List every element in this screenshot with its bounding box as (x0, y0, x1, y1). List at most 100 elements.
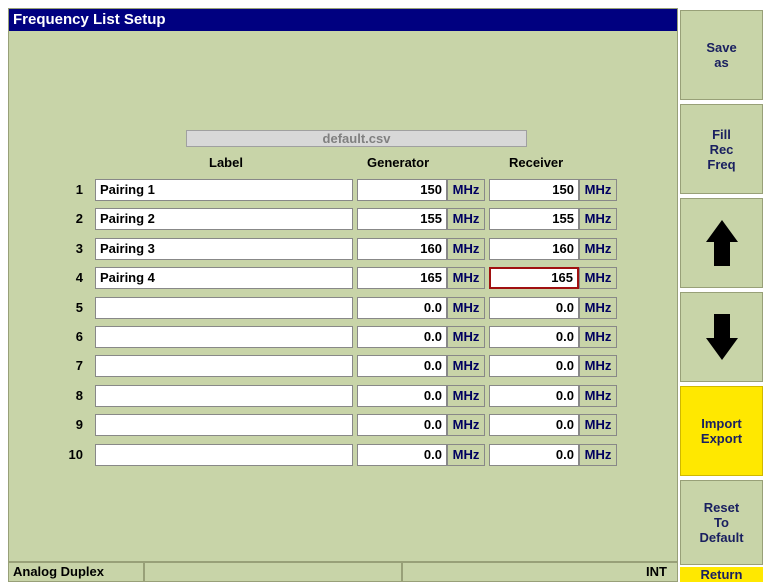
save-as-label-line2: as (714, 55, 729, 70)
receiver-freq-field[interactable]: 160 (489, 238, 579, 260)
receiver-freq-field[interactable]: 0.0 (489, 355, 579, 377)
row-number: 9 (75, 417, 83, 432)
table-row: 6 0.0 MHz 0.0 MHz (9, 326, 677, 348)
column-header-label: Label (209, 155, 243, 170)
label-field[interactable] (95, 326, 353, 348)
save-as-label-line1: Save (706, 40, 737, 55)
table-row: 4 Pairing 4 165 MHz 165 MHz (9, 267, 677, 289)
generator-unit-button[interactable]: MHz (447, 414, 485, 436)
receiver-unit-button[interactable]: MHz (579, 326, 617, 348)
generator-unit-button[interactable]: MHz (447, 267, 485, 289)
status-segment-2 (144, 562, 402, 582)
generator-unit-button[interactable]: MHz (447, 326, 485, 348)
softkey-panel: Save as Fill Rec Freq Import Export Rese… (680, 0, 765, 582)
generator-freq-field[interactable]: 0.0 (357, 385, 447, 407)
generator-freq-field[interactable]: 0.0 (357, 414, 447, 436)
reset-line2: To (714, 515, 729, 530)
receiver-unit-button[interactable]: MHz (579, 385, 617, 407)
generator-freq-field[interactable]: 160 (357, 238, 447, 260)
reset-to-default-button[interactable]: Reset To Default (680, 480, 763, 565)
status-ref: INT (402, 562, 678, 582)
label-field[interactable]: Pairing 1 (95, 179, 353, 201)
label-field[interactable] (95, 414, 353, 436)
table-row: 10 0.0 MHz 0.0 MHz (9, 444, 677, 466)
table-row: 2 Pairing 2 155 MHz 155 MHz (9, 208, 677, 230)
generator-freq-field[interactable]: 0.0 (357, 444, 447, 466)
import-export-line1: Import (701, 416, 742, 431)
table-row: 8 0.0 MHz 0.0 MHz (9, 385, 677, 407)
status-bar: Analog Duplex INT (8, 562, 678, 582)
generator-freq-field[interactable]: 0.0 (357, 355, 447, 377)
label-field[interactable]: Pairing 4 (95, 267, 353, 289)
receiver-freq-field[interactable]: 155 (489, 208, 579, 230)
generator-unit-button[interactable]: MHz (447, 208, 485, 230)
receiver-unit-button[interactable]: MHz (579, 297, 617, 319)
save-as-button[interactable]: Save as (680, 10, 763, 100)
table-row: 5 0.0 MHz 0.0 MHz (9, 297, 677, 319)
row-number: 6 (75, 329, 83, 344)
row-number: 1 (75, 182, 83, 197)
generator-freq-field[interactable]: 155 (357, 208, 447, 230)
import-export-button[interactable]: Import Export (680, 386, 763, 476)
receiver-unit-button[interactable]: MHz (579, 267, 617, 289)
row-number: 5 (75, 300, 83, 315)
label-field[interactable] (95, 385, 353, 407)
fill-rec-freq-line3: Freq (707, 156, 736, 172)
generator-unit-button[interactable]: MHz (447, 238, 485, 260)
receiver-unit-button[interactable]: MHz (579, 355, 617, 377)
import-export-line2: Export (700, 431, 743, 446)
column-header-receiver: Receiver (509, 155, 564, 170)
generator-unit-button[interactable]: MHz (447, 179, 485, 201)
generator-freq-field[interactable]: 165 (357, 267, 447, 289)
receiver-freq-field[interactable]: 0.0 (489, 326, 579, 348)
label-field[interactable] (95, 444, 353, 466)
row-number: 8 (75, 388, 83, 403)
generator-unit-button[interactable]: MHz (447, 444, 485, 466)
file-name-field[interactable]: default.csv (186, 130, 527, 147)
table-row: 9 0.0 MHz 0.0 MHz (9, 414, 677, 436)
receiver-freq-field[interactable]: 0.0 (489, 385, 579, 407)
status-mode: Analog Duplex (8, 562, 144, 582)
receiver-unit-button[interactable]: MHz (579, 238, 617, 260)
reset-line1: Reset (703, 500, 740, 515)
receiver-freq-field[interactable]: 0.0 (489, 444, 579, 466)
receiver-freq-field[interactable]: 165 (489, 267, 579, 289)
row-number: 4 (75, 270, 83, 285)
row-number: 7 (75, 358, 83, 373)
column-header-generator: Generator (367, 155, 430, 170)
row-number: 2 (75, 211, 83, 226)
fill-rec-freq-line2: Rec (709, 141, 734, 157)
receiver-freq-field[interactable]: 0.0 (489, 414, 579, 436)
receiver-unit-button[interactable]: MHz (579, 179, 617, 201)
table-row: 7 0.0 MHz 0.0 MHz (9, 355, 677, 377)
table-row: 3 Pairing 3 160 MHz 160 MHz (9, 238, 677, 260)
generator-unit-button[interactable]: MHz (447, 297, 485, 319)
scroll-down-button[interactable] (680, 292, 763, 382)
fill-rec-freq-button[interactable]: Fill Rec Freq (680, 104, 763, 194)
label-field[interactable] (95, 297, 353, 319)
table-row: 1 Pairing 1 150 MHz 150 MHz (9, 179, 677, 201)
receiver-unit-button[interactable]: MHz (579, 414, 617, 436)
generator-freq-field[interactable]: 0.0 (357, 326, 447, 348)
row-number: 10 (68, 447, 83, 462)
main-panel: Frequency List Setup default.csv Label G… (8, 8, 678, 562)
receiver-freq-field[interactable]: 0.0 (489, 297, 579, 319)
receiver-unit-button[interactable]: MHz (579, 208, 617, 230)
generator-freq-field[interactable]: 0.0 (357, 297, 447, 319)
generator-unit-button[interactable]: MHz (447, 355, 485, 377)
window-title: Frequency List Setup (9, 9, 677, 31)
reset-line3: Default (699, 530, 744, 545)
row-number: 3 (75, 241, 83, 256)
arrow-down-icon (705, 314, 738, 360)
generator-freq-field[interactable]: 150 (357, 179, 447, 201)
generator-unit-button[interactable]: MHz (447, 385, 485, 407)
arrow-up-icon (705, 220, 738, 266)
fill-rec-freq-line1: Fill (712, 126, 731, 142)
receiver-freq-field[interactable]: 150 (489, 179, 579, 201)
scroll-up-button[interactable] (680, 198, 763, 288)
receiver-unit-button[interactable]: MHz (579, 444, 617, 466)
return-button[interactable]: Return (680, 567, 763, 582)
label-field[interactable] (95, 355, 353, 377)
label-field[interactable]: Pairing 2 (95, 208, 353, 230)
label-field[interactable]: Pairing 3 (95, 238, 353, 260)
